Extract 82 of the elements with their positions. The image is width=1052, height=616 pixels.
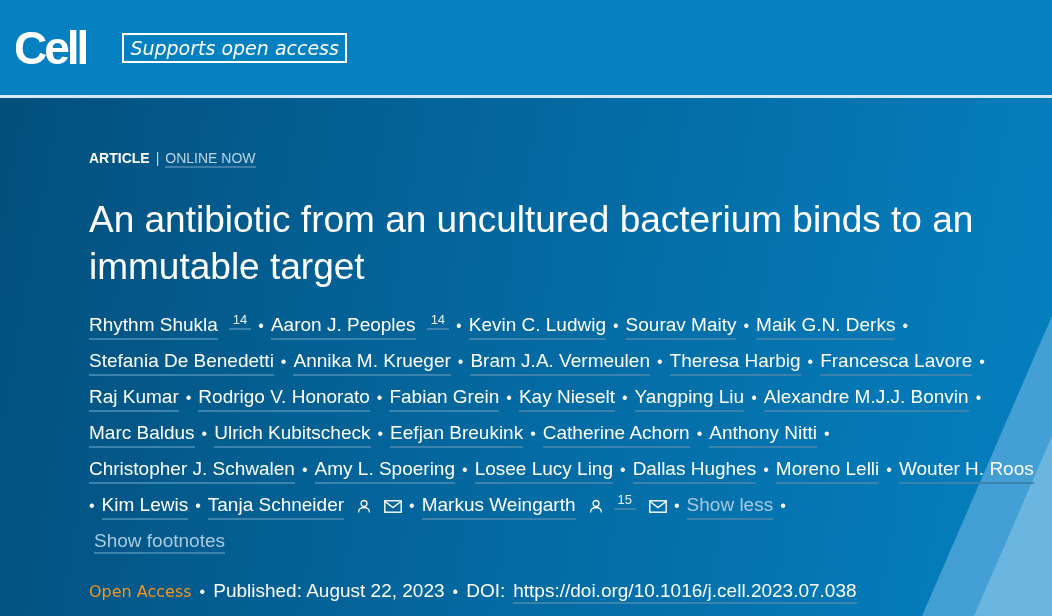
article-type: ARTICLE (89, 150, 150, 166)
author-link[interactable]: Eefjan Breukink (390, 420, 524, 448)
journal-logo[interactable]: Cell (14, 20, 87, 75)
status-link[interactable]: ONLINE NOW (165, 150, 256, 168)
author-link[interactable]: Fabian Grein (389, 384, 500, 412)
bullet: • (763, 460, 769, 480)
bullet: • (377, 424, 384, 444)
bullet: • (620, 460, 626, 480)
person-icon[interactable] (357, 499, 372, 513)
bullet: • (201, 424, 208, 444)
article-title: An antibiotic from an uncultured bacterium binds to an immutable target (89, 198, 975, 289)
author-link[interactable]: Christopher J. Schwalen (89, 456, 295, 484)
open-access-label: Open Access (89, 582, 192, 601)
author-link[interactable]: Wouter H. Roos (898, 456, 1034, 484)
person-icon[interactable] (588, 499, 603, 513)
author-link[interactable]: Sourav Maity (625, 312, 737, 340)
footnote-link[interactable]: 14 (228, 312, 252, 330)
bullet: • (462, 460, 468, 480)
author-link[interactable]: Tanja Schneider (207, 492, 345, 520)
mail-icon[interactable] (384, 499, 403, 513)
author-link[interactable]: Francesca Lavore (820, 348, 973, 376)
bullet: • (979, 352, 985, 372)
author-link[interactable]: Kevin C. Ludwig (468, 312, 606, 340)
author-link[interactable]: Anthony Nitti (709, 420, 817, 448)
author-link[interactable]: Aaron J. Peoples (270, 312, 416, 340)
bullet: • (89, 496, 95, 516)
bullet: • (456, 316, 462, 336)
bullet: • (376, 388, 383, 408)
bullet: • (452, 583, 459, 601)
open-access-badge: Supports open access (122, 32, 347, 63)
author-link[interactable]: Yangping Liu (634, 384, 745, 412)
show-less-link[interactable]: Show less (686, 492, 774, 520)
bullet: • (409, 496, 415, 516)
published-date: Published: August 22, 2023 (213, 580, 445, 602)
bullet: • (195, 496, 201, 516)
author-link[interactable]: Marc Baldus (89, 420, 195, 448)
show-footnotes-link[interactable]: Show footnotes (94, 530, 225, 554)
doi-label: DOI: (466, 580, 506, 602)
author-link[interactable]: Theresa Harbig (669, 348, 801, 376)
bullet: • (656, 352, 663, 372)
author-link[interactable]: Stefania De Benedetti (89, 348, 274, 376)
author-link[interactable]: Amy L. Spoering (314, 456, 455, 484)
author-link[interactable]: Alexandre M.J.J. Bonvin (763, 384, 969, 412)
author-link[interactable]: Ulrich Kubitscheck (214, 420, 371, 448)
author-link[interactable]: Raj Kumar (89, 384, 179, 412)
author-link[interactable]: Kim Lewis (101, 492, 189, 520)
author-link[interactable]: Catherine Achorn (542, 420, 690, 448)
bullet: • (743, 316, 750, 336)
bullet: • (780, 496, 786, 516)
bullet: • (530, 424, 536, 444)
bullet: • (185, 388, 192, 408)
separator: | (155, 150, 160, 166)
bullet: • (975, 388, 982, 408)
author-link[interactable]: Rhythm Shukla (89, 312, 218, 340)
bullet: • (696, 424, 703, 444)
bullet: • (506, 388, 512, 408)
bullet: • (280, 352, 287, 372)
bullet: • (751, 388, 757, 408)
author-link[interactable]: Rodrigo V. Honorato (198, 384, 370, 412)
bullet: • (258, 316, 264, 336)
author-link[interactable]: Bram J.A. Vermeulen (470, 348, 650, 376)
bullet: • (902, 316, 909, 336)
bullet: • (199, 583, 206, 601)
author-link[interactable]: Moreno Lelli (775, 456, 880, 484)
bullet: • (457, 352, 464, 372)
footnote-link[interactable]: 14 (426, 312, 450, 330)
bullet: • (622, 388, 628, 408)
author-link[interactable]: Annika M. Krueger (293, 348, 451, 376)
bullet: • (301, 460, 308, 480)
bullet: • (886, 460, 892, 480)
author-link[interactable]: Kay Nieselt (518, 384, 615, 412)
author-link[interactable]: Dallas Hughes (632, 456, 757, 484)
bullet: • (613, 316, 619, 336)
bullet: • (673, 496, 680, 516)
author-link[interactable]: Maik G.N. Derks (756, 312, 896, 340)
doi-link[interactable]: https://doi.org/10.1016/j.cell.2023.07.038 (513, 580, 857, 604)
bullet: • (823, 424, 830, 444)
mail-icon[interactable] (648, 499, 667, 513)
author-link[interactable]: Losee Lucy Ling (474, 456, 613, 484)
footnote-link[interactable]: 15 (613, 492, 636, 510)
author-link[interactable]: Markus Weingarth (421, 492, 576, 520)
bullet: • (807, 352, 814, 372)
